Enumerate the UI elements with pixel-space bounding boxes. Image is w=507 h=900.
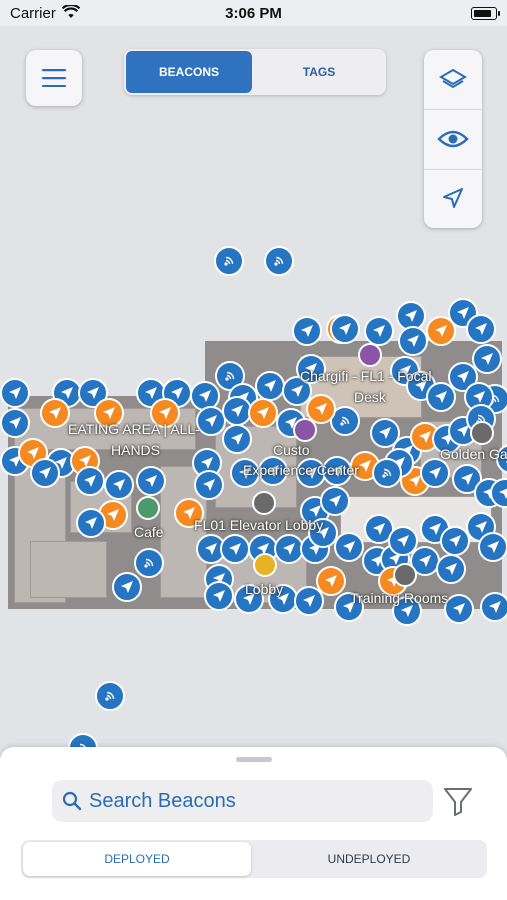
map-label-golden-gate: Golden Ga [440, 446, 507, 462]
beacon-marker[interactable] [444, 594, 474, 624]
beacon-marker[interactable] [112, 572, 142, 602]
map-label-chargifi-2: Desk [354, 389, 386, 405]
beacon-marker[interactable] [76, 508, 106, 538]
golden-gate-poi-icon[interactable] [470, 421, 494, 445]
tab-beacons[interactable]: BEACONS [126, 51, 252, 93]
beacon-marker[interactable] [436, 554, 466, 584]
tab-undeployed[interactable]: UNDEPLOYED [253, 842, 485, 876]
map-label-eating-area: EATING AREA | ALL- [68, 421, 200, 437]
elevator-poi-icon[interactable] [252, 491, 276, 515]
beacon-marker[interactable] [320, 486, 350, 516]
tab-deployed[interactable]: DEPLOYED [23, 842, 251, 876]
filter-button[interactable] [442, 785, 474, 817]
map-label-customer: Custo [273, 442, 310, 458]
beacon-marker[interactable] [398, 326, 428, 356]
eye-icon [437, 130, 469, 148]
tab-tags[interactable]: TAGS [254, 51, 384, 93]
location-arrow-icon [443, 188, 463, 208]
chargifi-poi-icon[interactable] [358, 343, 382, 367]
beacon-marker[interactable] [255, 371, 285, 401]
lobby-info-icon[interactable] [253, 553, 277, 577]
beacons-tags-segmented-control: BEACONS TAGS [124, 49, 386, 95]
battery-icon [471, 7, 500, 20]
map-label-chargifi: Chargifi - FL1 - Focal [300, 368, 432, 384]
beacon-signal-marker[interactable] [134, 548, 164, 578]
status-bar: Carrier 3:06 PM [0, 0, 507, 26]
clock: 3:06 PM [225, 5, 282, 22]
map-label-cafe: Cafe [134, 524, 164, 540]
map-controls [424, 50, 482, 228]
beacon-marker[interactable] [466, 314, 496, 344]
beacon-marker[interactable] [480, 592, 507, 622]
beacon-signal-marker[interactable] [95, 681, 125, 711]
beacon-marker[interactable] [104, 470, 134, 500]
deployment-segmented-control: DEPLOYED UNDEPLOYED [21, 840, 487, 878]
beacon-marker[interactable] [0, 378, 30, 408]
search-icon [62, 791, 82, 811]
beacon-marker[interactable] [316, 566, 346, 596]
beacon-marker[interactable] [292, 316, 322, 346]
beacon-marker[interactable] [330, 314, 360, 344]
beacon-marker[interactable] [478, 532, 507, 562]
beacon-marker[interactable] [222, 424, 252, 454]
sheet-grabber[interactable] [236, 757, 272, 762]
bottom-sheet: Search Beacons DEPLOYED UNDEPLOYED [0, 747, 507, 900]
filter-funnel-icon [444, 788, 472, 816]
map-label-eating-area-2: HANDS [111, 442, 161, 458]
beacon-marker[interactable] [248, 398, 278, 428]
beacon-marker[interactable] [194, 470, 224, 500]
beacon-marker[interactable] [204, 581, 234, 611]
beacon-marker[interactable] [220, 534, 250, 564]
beacon-marker[interactable] [472, 344, 502, 374]
beacon-marker[interactable] [334, 532, 364, 562]
search-placeholder: Search Beacons [89, 790, 236, 812]
beacon-signal-marker[interactable] [372, 458, 402, 488]
cafe-poi-icon[interactable] [136, 496, 160, 520]
beacon-signal-marker[interactable] [214, 246, 244, 276]
beacon-marker[interactable] [40, 398, 70, 428]
my-location-button[interactable] [424, 170, 482, 228]
layers-icon [439, 68, 467, 89]
map-label-customer-2: Experience Center [243, 462, 359, 478]
menu-button[interactable] [26, 50, 82, 106]
beacon-marker[interactable] [364, 316, 394, 346]
map-label-training-rooms: Training Rooms [350, 590, 449, 606]
map-label-lobby: Lobby [245, 581, 284, 597]
search-field[interactable]: Search Beacons [52, 780, 433, 822]
customer-center-poi-icon[interactable] [293, 418, 317, 442]
map-label-elevator-lobby: FL01 Elevator Lobby [194, 517, 324, 533]
visibility-button[interactable] [424, 110, 482, 170]
hamburger-menu-icon [42, 69, 66, 87]
beacon-marker[interactable] [136, 466, 166, 496]
beacon-signal-marker[interactable] [264, 246, 294, 276]
beacon-marker[interactable] [30, 458, 60, 488]
layers-button[interactable] [424, 50, 482, 110]
training-rooms-poi-icon[interactable] [393, 563, 417, 587]
beacon-marker[interactable] [75, 466, 105, 496]
room [30, 541, 107, 598]
beacon-marker[interactable] [420, 458, 450, 488]
beacon-marker[interactable] [0, 408, 30, 438]
